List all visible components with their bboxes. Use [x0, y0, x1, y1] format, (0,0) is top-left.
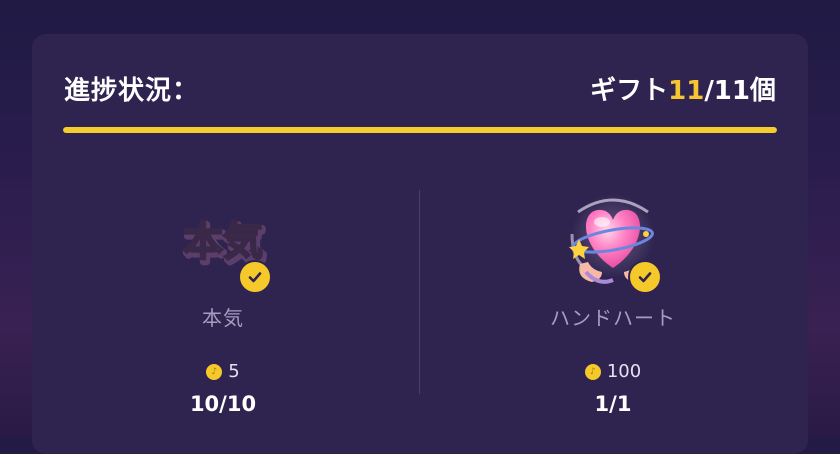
gift-price: ♪ 100 [584, 361, 642, 382]
svg-text:本気: 本気 [183, 219, 263, 265]
progress-bar [63, 127, 777, 133]
gift-name: ハンドハート [550, 306, 676, 330]
gift-name: 本気 [202, 306, 244, 330]
gift-thumbnail: 本気 本気 [168, 194, 278, 294]
gift-count-total: /11個 [704, 75, 776, 106]
progress-bar-fill [63, 127, 777, 133]
item-divider [419, 190, 420, 394]
gift-count-done: 11 [668, 75, 705, 106]
coin-icon: ♪ [206, 363, 223, 380]
gift-progress-count: 1/1 [594, 392, 632, 416]
gift-count-prefix: ギフト [590, 75, 669, 106]
gift-item-honki[interactable]: 本気 本気 本気 ♪ 5 10/10 [73, 194, 373, 416]
progress-title: 進捗状況： [64, 75, 200, 106]
gift-count: ギフト 11 /11個 [590, 70, 776, 107]
gift-progress-card: 進捗状況： ギフト 11 /11個 本気 本気 本気 ♪ 5 10/10 ハンド… [32, 34, 808, 454]
completed-check-icon [628, 260, 662, 294]
gift-thumbnail [558, 194, 668, 294]
gift-progress-count: 10/10 [189, 392, 257, 416]
coin-icon: ♪ [584, 363, 601, 380]
gift-price-value: 100 [606, 361, 642, 382]
gift-price: ♪ 5 [206, 361, 240, 382]
gift-item-hand-heart[interactable]: ハンドハート ♪ 100 1/1 [463, 194, 763, 416]
progress-header: 進捗状況： ギフト 11 /11個 [64, 70, 776, 106]
gift-price-value: 5 [228, 361, 240, 382]
completed-check-icon [238, 260, 272, 294]
